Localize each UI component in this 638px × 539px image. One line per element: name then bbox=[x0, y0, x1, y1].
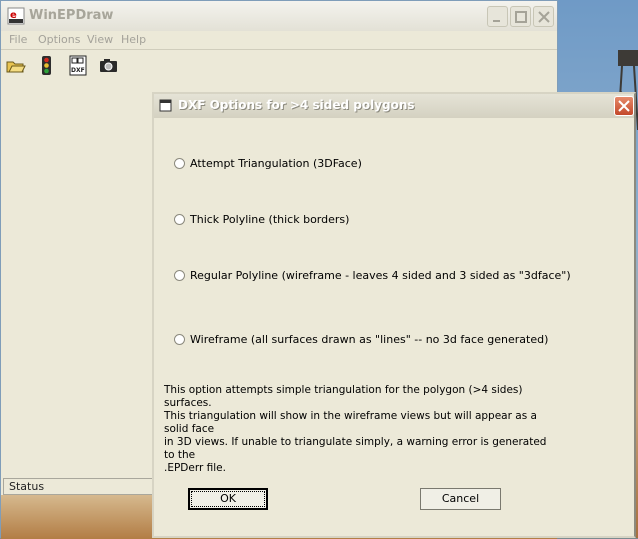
radio-button[interactable] bbox=[174, 214, 185, 225]
dxf-export-icon: DXF bbox=[69, 55, 87, 76]
main-title-bar[interactable]: e WinEPDraw bbox=[1, 1, 557, 31]
snapshot-button[interactable] bbox=[97, 54, 120, 77]
open-folder-icon bbox=[6, 61, 26, 73]
status-text: Status bbox=[9, 480, 45, 493]
menu-bar: File Options View Help bbox=[1, 31, 557, 50]
maximize-button[interactable] bbox=[510, 6, 531, 27]
radio-button[interactable] bbox=[174, 158, 185, 169]
minimize-icon bbox=[493, 20, 500, 22]
run-button[interactable] bbox=[35, 54, 58, 77]
menu-options[interactable]: Options bbox=[38, 33, 80, 46]
description-line: This triangulation will show in the wire… bbox=[164, 410, 537, 435]
radio-button[interactable] bbox=[174, 270, 185, 281]
ok-button[interactable]: OK bbox=[188, 488, 268, 510]
description-line: in 3D views. If unable to triangulate si… bbox=[164, 436, 547, 461]
svg-text:DXF: DXF bbox=[71, 67, 85, 74]
radio-label: Regular Polyline (wireframe - leaves 4 s… bbox=[190, 269, 571, 282]
app-icon: e bbox=[7, 7, 25, 25]
close-icon bbox=[538, 11, 550, 23]
close-icon bbox=[618, 100, 630, 112]
toolbar: DXF bbox=[1, 51, 557, 79]
menu-view[interactable]: View bbox=[87, 33, 113, 46]
option-description: This option attempts simple triangulatio… bbox=[164, 384, 554, 475]
open-button[interactable] bbox=[4, 54, 27, 77]
dialog-close-button[interactable] bbox=[614, 96, 634, 116]
cancel-button[interactable]: Cancel bbox=[420, 488, 501, 510]
description-line: .EPDerr file. bbox=[164, 462, 226, 474]
dialog-title: DXF Options for >4 sided polygons bbox=[178, 98, 415, 112]
traffic-light-icon bbox=[42, 56, 51, 75]
main-close-button[interactable] bbox=[533, 6, 554, 27]
maximize-icon bbox=[515, 11, 527, 23]
menu-help[interactable]: Help bbox=[121, 33, 146, 46]
dxf-options-dialog: DXF Options for >4 sided polygons Attemp… bbox=[152, 92, 636, 538]
dialog-title-bar[interactable]: DXF Options for >4 sided polygons bbox=[154, 94, 634, 118]
radio-label: Thick Polyline (thick borders) bbox=[190, 213, 350, 226]
minimize-button[interactable] bbox=[487, 6, 508, 27]
menu-file[interactable]: File bbox=[9, 33, 27, 46]
radio-label: Attempt Triangulation (3DFace) bbox=[190, 157, 362, 170]
dxf-export-button[interactable]: DXF bbox=[67, 54, 90, 77]
main-window-title: WinEPDraw bbox=[29, 8, 114, 23]
radio-button[interactable] bbox=[174, 334, 185, 345]
dialog-window-icon bbox=[159, 99, 172, 112]
camera-icon bbox=[100, 59, 117, 72]
description-line: This option attempts simple triangulatio… bbox=[164, 384, 523, 409]
radio-label: Wireframe (all surfaces drawn as "lines"… bbox=[190, 333, 549, 346]
